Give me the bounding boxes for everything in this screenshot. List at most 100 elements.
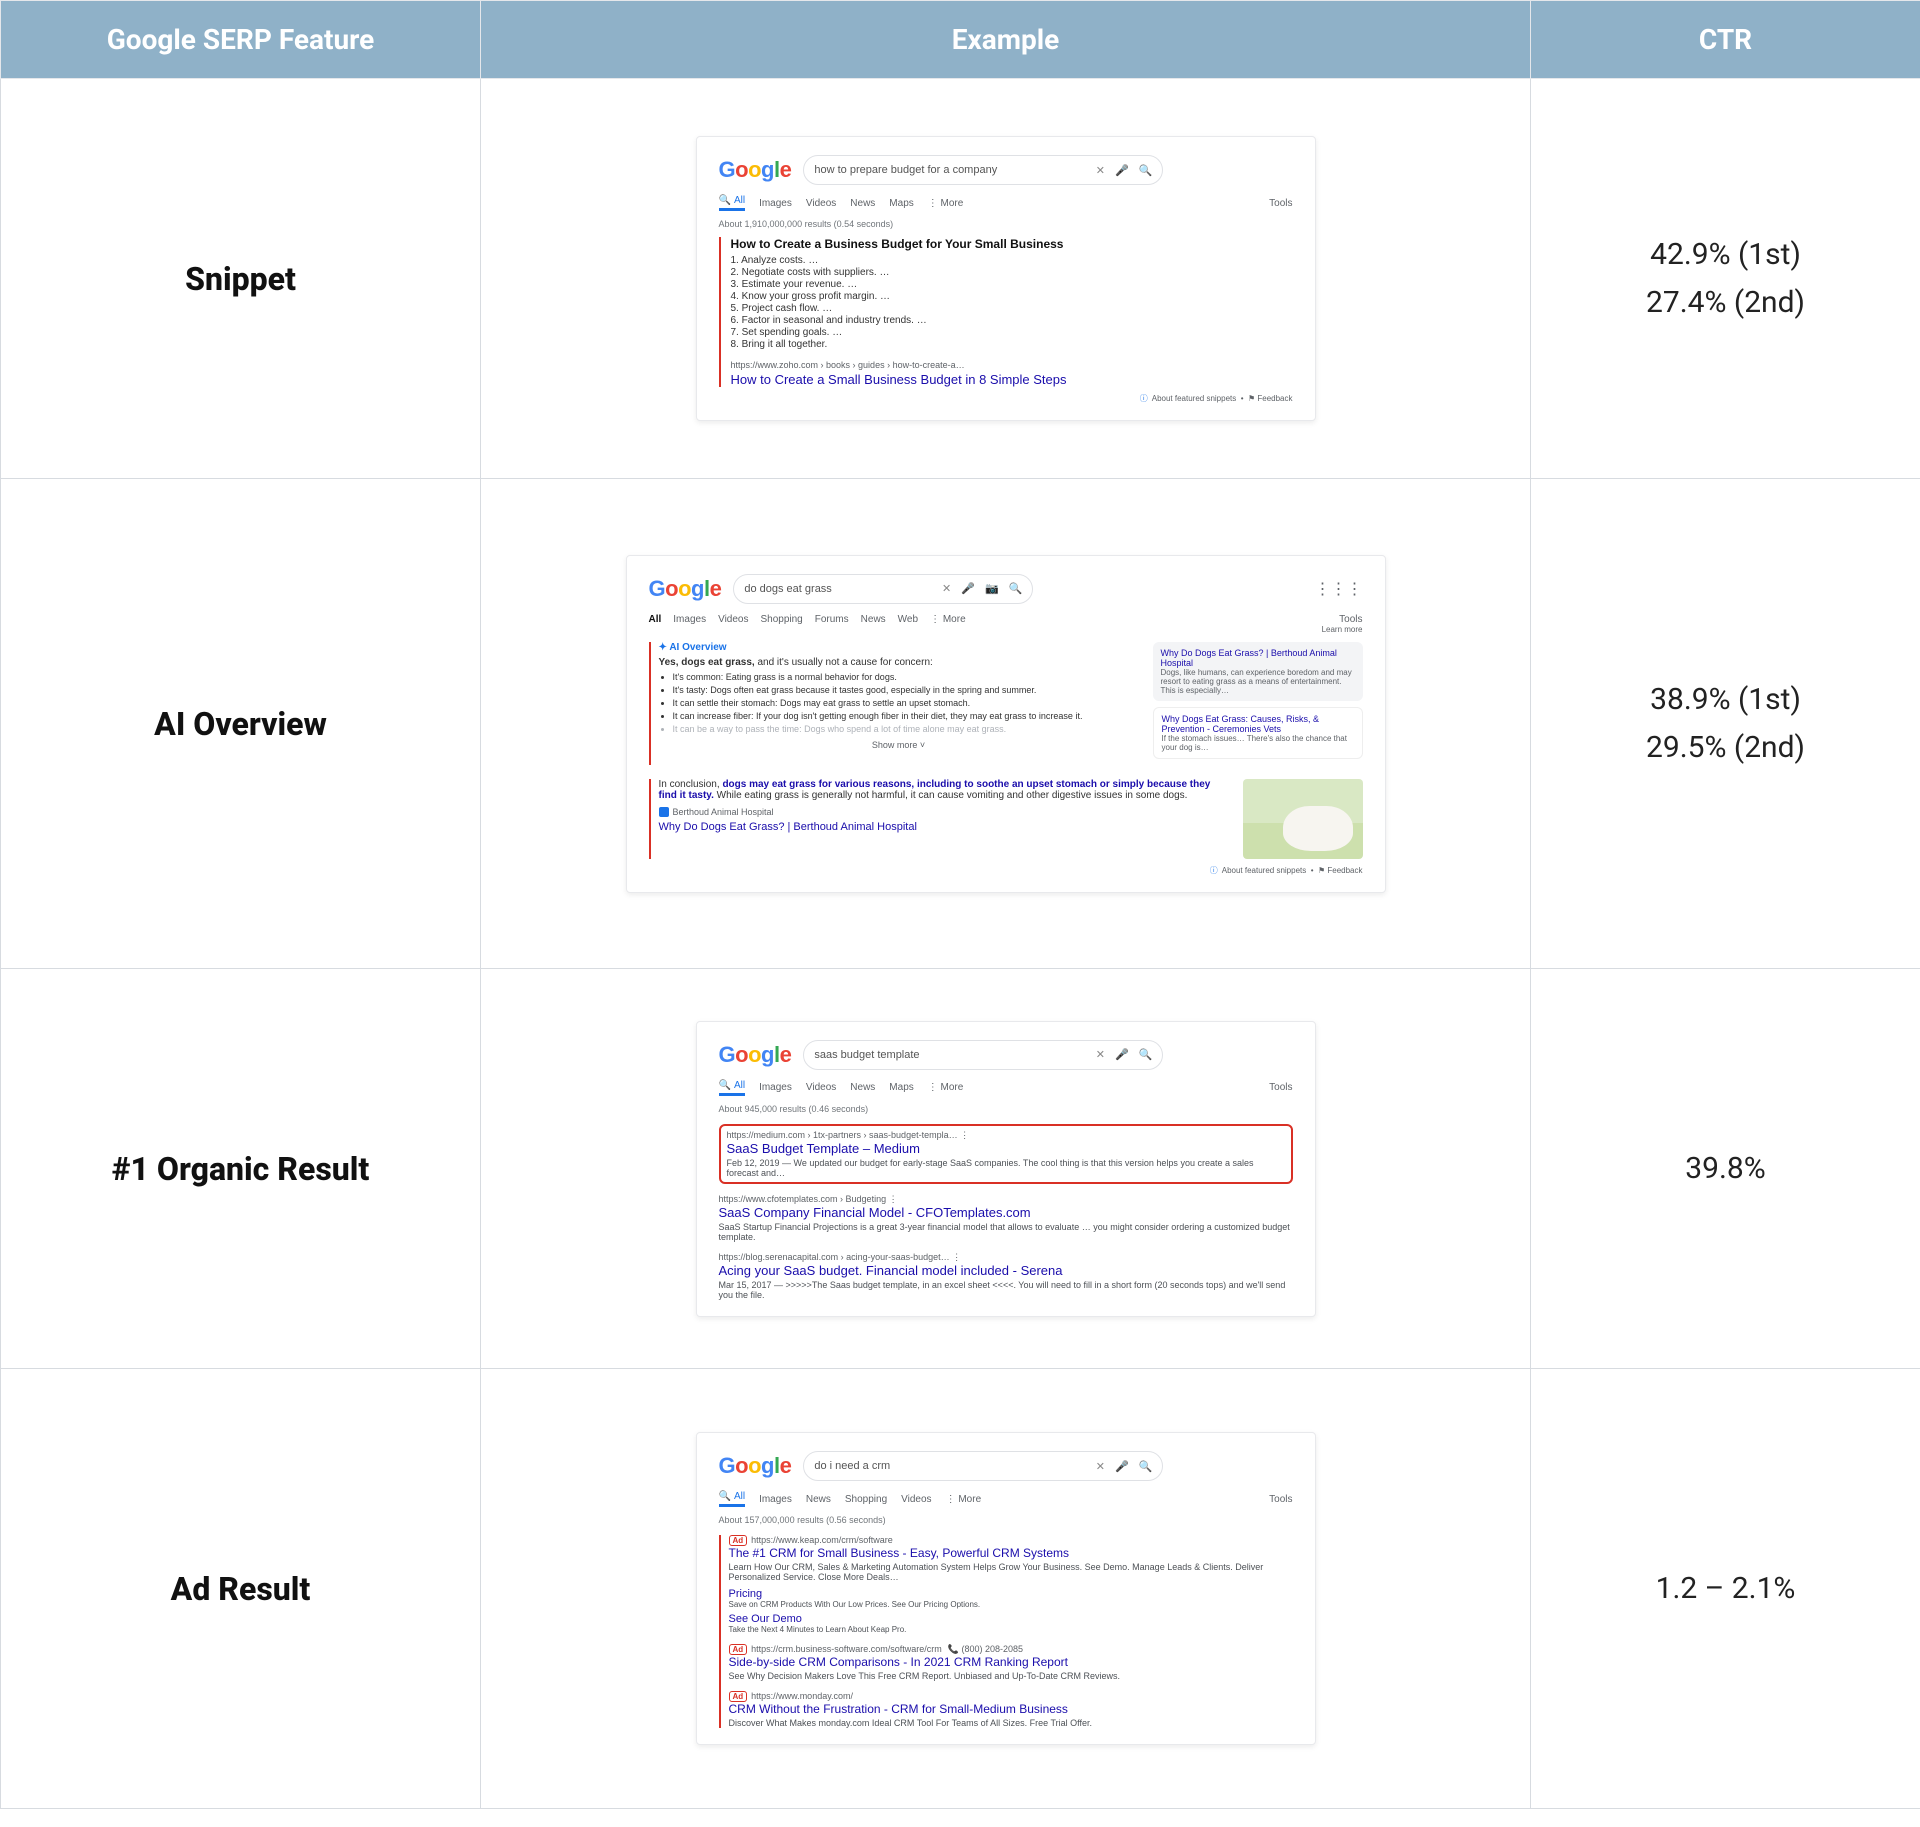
table-row: #1 Organic Result Google saas budget tem… xyxy=(1,969,1920,1369)
ad-badge: Ad xyxy=(729,1691,748,1702)
clear-icon: ✕ xyxy=(1096,1048,1105,1061)
ad-result-3: Adhttps://www.monday.com/ CRM Without th… xyxy=(729,1691,1293,1728)
tab-maps: Maps xyxy=(889,198,913,209)
result-url: https://www.keap.com/crm/software xyxy=(751,1535,893,1545)
mic-icon: 🎤 xyxy=(1115,1460,1129,1473)
result-url: https://www.cfotemplates.com › Budgeting… xyxy=(719,1194,1293,1205)
tab-images: Images xyxy=(759,1494,792,1505)
ai-overview-block: ✦ AI Overview Yes, dogs eat grass, and i… xyxy=(649,642,1139,765)
camera-icon: 📷 xyxy=(985,582,999,595)
result-link: SaaS Company Financial Model - CFOTempla… xyxy=(719,1205,1293,1220)
organic-result-1: https://medium.com › 1tx-partners › saas… xyxy=(719,1124,1293,1184)
search-icon: 🔍 xyxy=(1139,1460,1153,1473)
search-input: do dogs eat grass ✕ 🎤 📷 🔍 xyxy=(733,574,1033,604)
result-url: https://www.monday.com/ xyxy=(751,1691,853,1701)
result-desc: See Why Decision Makers Love This Free C… xyxy=(729,1671,1293,1681)
ad-result-1: Adhttps://www.keap.com/crm/software The … xyxy=(729,1535,1293,1634)
result-desc: Mar 15, 2017 — >>>>>The Saas budget temp… xyxy=(719,1280,1293,1300)
search-query: saas budget template xyxy=(814,1049,1085,1061)
tab-shopping: Shopping xyxy=(760,614,802,625)
tab-all: All xyxy=(649,614,662,625)
tab-more: ⋮ More xyxy=(928,1082,964,1093)
google-logo: Google xyxy=(719,157,792,183)
tab-all: 🔍All xyxy=(719,195,746,211)
result-desc: Learn How Our CRM, Sales & Marketing Aut… xyxy=(729,1562,1293,1582)
table-row: Snippet Google how to prepare budget for… xyxy=(1,79,1920,479)
tab-videos: Videos xyxy=(718,614,748,625)
header-example: Example xyxy=(481,1,1531,79)
example-screenshot-snippet: Google how to prepare budget for a compa… xyxy=(696,136,1316,421)
results-count: About 945,000 results (0.46 seconds) xyxy=(719,1104,1293,1114)
ai-overview-bullets: It's common: Eating grass is a normal be… xyxy=(659,672,1139,734)
results-count: About 1,910,000,000 results (0.54 second… xyxy=(719,219,1293,229)
ad-badge: Ad xyxy=(729,1535,748,1546)
learn-more-link: Learn more xyxy=(649,625,1363,634)
sparkle-icon: ✦ xyxy=(659,642,667,653)
mic-icon: 🎤 xyxy=(961,582,975,595)
tab-more: ⋮ More xyxy=(946,1494,982,1505)
list-item: 1. Analyze costs. … xyxy=(731,255,1293,266)
tab-news: News xyxy=(861,614,886,625)
search-icon: 🔍 xyxy=(1009,582,1023,595)
tab-images: Images xyxy=(759,198,792,209)
result-desc: Feb 12, 2019 — We updated our budget for… xyxy=(727,1158,1285,1178)
tab-videos: Videos xyxy=(806,198,836,209)
tab-maps: Maps xyxy=(889,1082,913,1093)
info-icon: ⓘ xyxy=(1210,866,1218,875)
search-input: do i need a crm ✕ 🎤 🔍 xyxy=(803,1451,1163,1481)
serp-tabs: 🔍All Images News Shopping Videos ⋮ More … xyxy=(719,1491,1293,1507)
sitelinks: Pricing Save on CRM Products With Our Lo… xyxy=(729,1588,1293,1634)
sitelink-desc: Save on CRM Products With Our Low Prices… xyxy=(729,1600,1293,1609)
featured-snippet-block: How to Create a Business Budget for Your… xyxy=(719,237,1293,387)
list-item: It's common: Eating grass is a normal be… xyxy=(673,672,1139,682)
ai-overview-lead: Yes, dogs eat grass, and it's usually no… xyxy=(659,657,1139,668)
tab-tools: Tools xyxy=(1269,1494,1292,1505)
search-query: do dogs eat grass xyxy=(744,583,932,595)
serp-ctr-table: Google SERP Feature Example CTR Snippet … xyxy=(0,0,1920,1809)
tab-more: ⋮ More xyxy=(928,198,964,209)
tab-images: Images xyxy=(673,614,706,625)
tab-videos: Videos xyxy=(806,1082,836,1093)
search-input: saas budget template ✕ 🎤 🔍 xyxy=(803,1040,1163,1070)
ad-badge: Ad xyxy=(729,1644,748,1655)
tab-tools: Tools xyxy=(1339,614,1362,625)
tab-tools: Tools xyxy=(1269,198,1292,209)
tab-web: Web xyxy=(898,614,918,625)
feature-label-ai-overview: AI Overview xyxy=(21,705,460,743)
list-item: 4. Know your gross profit margin. … xyxy=(731,291,1293,302)
info-icon: ⓘ xyxy=(1140,394,1148,403)
serp-tabs: 🔍All Images Videos News Maps ⋮ More Tool… xyxy=(719,195,1293,211)
list-item: 8. Bring it all together. xyxy=(731,339,1293,350)
thumbnail-image xyxy=(1243,779,1363,859)
example-screenshot-ai-overview: Google do dogs eat grass ✕ 🎤 📷 🔍 ⋮⋮⋮ All xyxy=(626,555,1386,893)
clear-icon: ✕ xyxy=(942,582,951,595)
ctr-value-organic: 39.8% xyxy=(1551,1145,1900,1193)
result-link: The #1 CRM for Small Business - Easy, Po… xyxy=(729,1546,1293,1560)
example-screenshot-ad: Google do i need a crm ✕ 🎤 🔍 🔍All Images… xyxy=(696,1432,1316,1745)
tab-all: 🔍All xyxy=(719,1080,746,1096)
list-item: It can be a way to pass the time: Dogs w… xyxy=(673,724,1139,734)
tab-forums: Forums xyxy=(815,614,849,625)
tab-videos: Videos xyxy=(901,1494,931,1505)
result-url: https://www.zoho.com › books › guides › … xyxy=(731,360,1293,370)
feedback-row: ⓘAbout featured snippets • ⚑ Feedback xyxy=(719,393,1293,404)
table-row: AI Overview Google do dogs eat grass ✕ 🎤… xyxy=(1,479,1920,969)
sitelink-title: See Our Demo xyxy=(729,1613,1293,1625)
search-query: how to prepare budget for a company xyxy=(814,164,1085,176)
result-desc: Discover What Makes monday.com Ideal CRM… xyxy=(729,1718,1293,1728)
result-link: Why Do Dogs Eat Grass? | Berthoud Animal… xyxy=(659,821,1229,833)
mic-icon: 🎤 xyxy=(1115,164,1129,177)
table-row: Ad Result Google do i need a crm ✕ 🎤 🔍 xyxy=(1,1369,1920,1809)
ai-source-card: Why Dogs Eat Grass: Causes, Risks, & Pre… xyxy=(1153,707,1363,759)
result-link: Acing your SaaS budget. Financial model … xyxy=(719,1263,1293,1278)
tab-news: News xyxy=(850,1082,875,1093)
result-url: https://crm.business-software.com/softwa… xyxy=(751,1644,942,1654)
list-item: It can settle their stomach: Dogs may ea… xyxy=(673,698,1139,708)
organic-result-3: https://blog.serenacapital.com › acing-y… xyxy=(719,1252,1293,1300)
ctr-value-snippet: 42.9% (1st) 27.4% (2nd) xyxy=(1551,231,1900,327)
ai-sources-sidebar: Why Do Dogs Eat Grass? | Berthoud Animal… xyxy=(1153,642,1363,765)
phone-number: 📞 (800) 208-2085 xyxy=(948,1644,1023,1654)
list-item: It can increase fiber: If your dog isn't… xyxy=(673,711,1139,721)
result-url: https://blog.serenacapital.com › acing-y… xyxy=(719,1252,1293,1263)
list-item: 5. Project cash flow. … xyxy=(731,303,1293,314)
